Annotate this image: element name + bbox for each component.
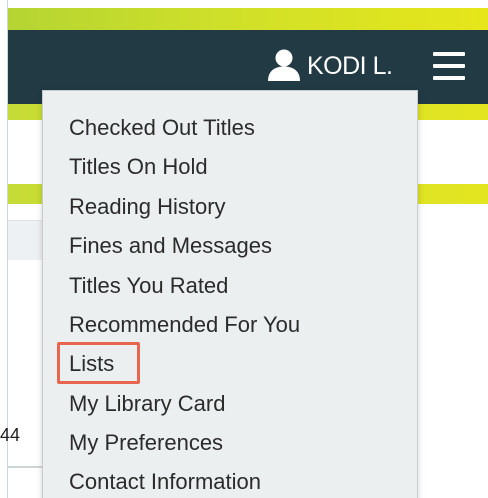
menu-item-recommended-for-you[interactable]: Recommended For You — [69, 312, 300, 338]
menu-item-reading-history[interactable]: Reading History — [69, 194, 226, 220]
background-text: 44 — [0, 425, 21, 445]
user-icon[interactable] — [267, 48, 301, 82]
menu-item-my-library-card[interactable]: My Library Card — [69, 391, 225, 417]
top-accent-stripe — [8, 8, 488, 30]
background-divider — [8, 466, 42, 468]
menu-item-fines-and-messages[interactable]: Fines and Messages — [69, 233, 272, 259]
menu-item-checked-out-titles[interactable]: Checked Out Titles — [69, 115, 255, 141]
menu-item-titles-you-rated[interactable]: Titles You Rated — [69, 273, 228, 299]
left-frame-edge — [0, 0, 8, 498]
account-name-button[interactable]: KODI L. — [307, 52, 393, 81]
account-dropdown-menu: Checked Out Titles Titles On Hold Readin… — [42, 90, 418, 498]
page-frame: KODI L. 44 Checked Out Titles Titles On … — [0, 0, 488, 498]
menu-item-titles-on-hold[interactable]: Titles On Hold — [69, 154, 208, 180]
highlight-box — [57, 342, 140, 384]
menu-item-contact-information[interactable]: Contact Information — [69, 469, 261, 495]
hamburger-menu-icon[interactable] — [433, 52, 465, 80]
menu-item-my-preferences[interactable]: My Preferences — [69, 430, 223, 456]
